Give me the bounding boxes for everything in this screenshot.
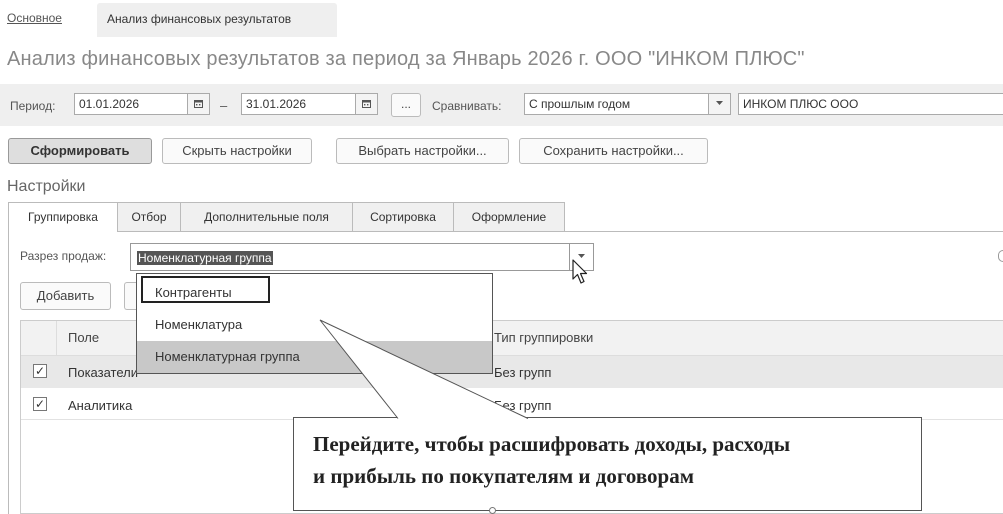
- resize-handle-icon[interactable]: [489, 507, 496, 514]
- callout-line-1: Перейдите, чтобы расшифровать доходы, ра…: [313, 432, 791, 456]
- callout-text: Перейдите, чтобы расшифровать доходы, ра…: [313, 428, 913, 492]
- callout-line-2: и прибыль по покупателям и договорам: [313, 464, 695, 488]
